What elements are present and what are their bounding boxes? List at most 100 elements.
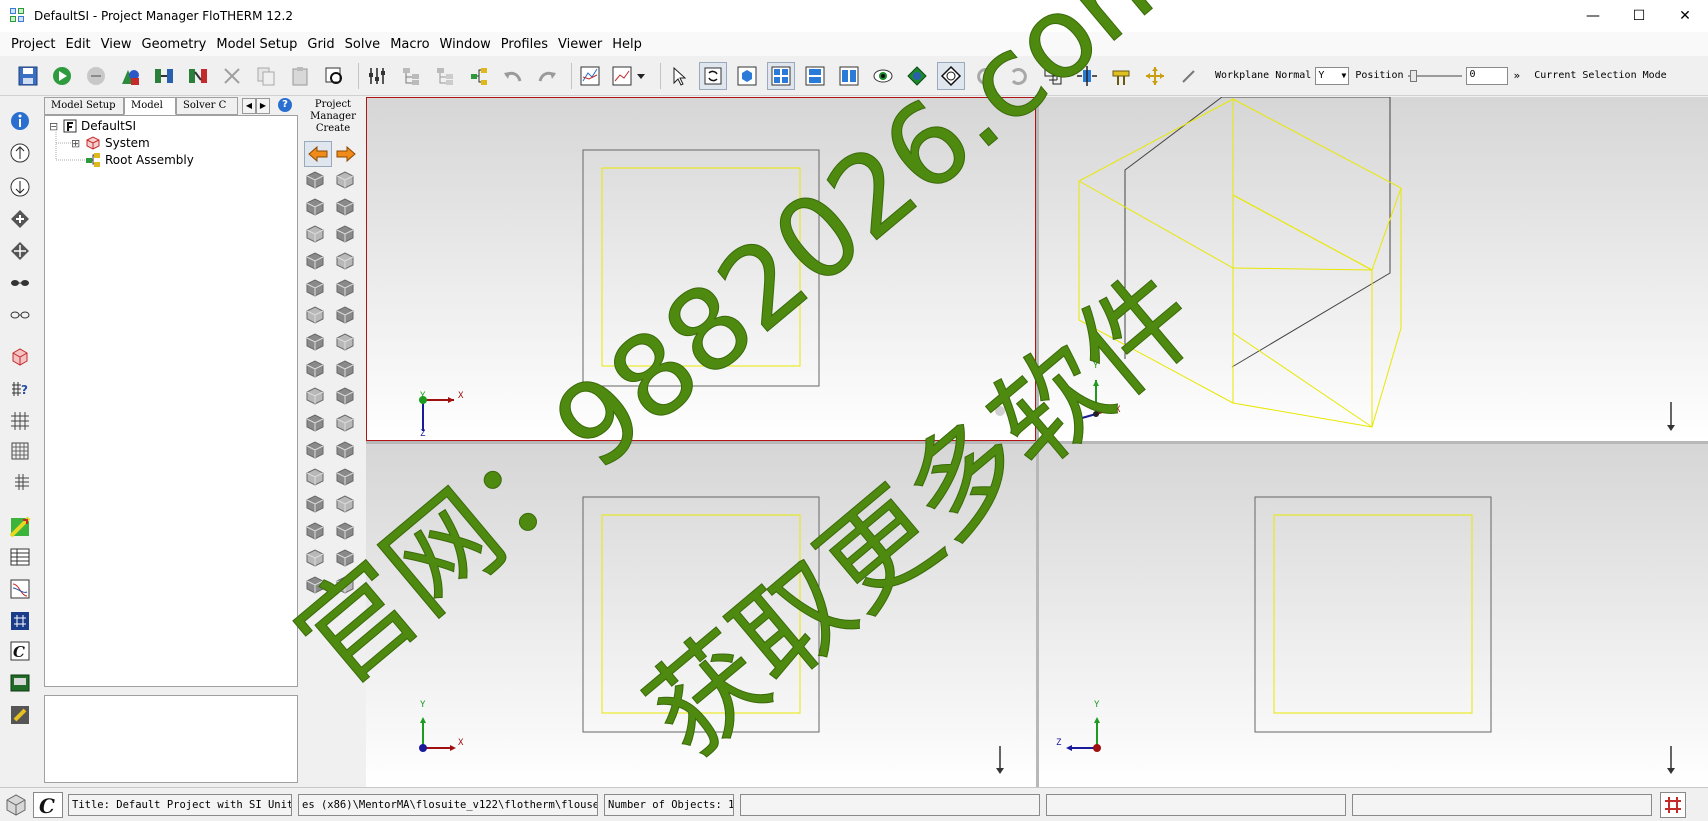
grid-local-icon[interactable] <box>8 469 32 493</box>
plane-icon[interactable] <box>304 547 326 569</box>
pcb-icon[interactable] <box>304 277 326 299</box>
cuboid-icon[interactable] <box>8 345 32 369</box>
diamond-solid-icon[interactable] <box>334 439 356 461</box>
wedge-icon[interactable] <box>304 196 326 218</box>
run-icon[interactable] <box>48 62 76 90</box>
tree-icon[interactable] <box>431 62 459 90</box>
redo-icon[interactable] <box>533 62 561 90</box>
shapes-icon[interactable] <box>116 62 144 90</box>
fan-2-icon[interactable] <box>304 412 326 434</box>
source-icon[interactable] <box>334 358 356 380</box>
heatsink-icon[interactable] <box>304 385 326 407</box>
toolbar-overflow-icon[interactable]: » <box>1514 69 1521 82</box>
tab-model[interactable]: Model <box>124 97 176 115</box>
position-slider[interactable] <box>1407 68 1462 84</box>
wireframe-view-icon[interactable] <box>937 61 965 90</box>
cube-solid-icon[interactable] <box>334 493 356 515</box>
grid-help-icon[interactable]: ? <box>8 377 32 401</box>
monitor-plot-icon[interactable] <box>576 62 604 90</box>
measure-icon[interactable] <box>1107 62 1135 90</box>
reinitialize-icon[interactable] <box>82 62 110 90</box>
move-down-icon[interactable] <box>8 175 32 199</box>
cuboid-grey-icon[interactable] <box>304 223 326 245</box>
profile-dropdown-icon[interactable] <box>610 62 650 90</box>
grid-region-icon[interactable] <box>304 520 326 542</box>
plate-icon[interactable] <box>304 304 326 326</box>
close-button[interactable]: ✕ <box>1662 0 1708 32</box>
assembly-icon[interactable] <box>397 62 425 90</box>
help-icon[interactable]: ? <box>278 98 292 112</box>
menu-view[interactable]: View <box>96 37 137 52</box>
hierarchy-icon[interactable] <box>465 62 493 90</box>
block-icon[interactable] <box>334 196 356 218</box>
eye-view-icon[interactable] <box>869 62 897 90</box>
menu-viewer[interactable]: Viewer <box>553 37 607 52</box>
menu-model-setup[interactable]: Model Setup <box>211 37 302 52</box>
move-icon[interactable] <box>1141 62 1169 90</box>
quad-view-icon[interactable] <box>767 61 795 90</box>
select-pointer-icon[interactable] <box>665 62 693 90</box>
viewport-top-right[interactable]: Y X <box>1039 97 1708 441</box>
rotate-right-icon[interactable] <box>1005 62 1033 90</box>
minimize-button[interactable]: — <box>1570 0 1616 32</box>
menu-solve[interactable]: Solve <box>340 37 386 52</box>
save-icon[interactable] <box>14 62 42 90</box>
cooler-icon[interactable] <box>334 412 356 434</box>
menu-edit[interactable]: Edit <box>60 37 95 52</box>
cut-icon[interactable] <box>218 62 246 90</box>
menu-grid[interactable]: Grid <box>302 37 339 52</box>
library-icon[interactable] <box>8 703 32 727</box>
viewport-splitter-horizontal[interactable] <box>366 441 1708 444</box>
network-icon[interactable] <box>8 609 32 633</box>
palette-forward-icon[interactable] <box>332 141 360 167</box>
grid-toggle-icon[interactable] <box>1660 792 1686 818</box>
monitor-point-icon[interactable] <box>304 493 326 515</box>
status-cube-icon[interactable] <box>3 792 29 818</box>
visual-editor-icon[interactable] <box>8 515 32 539</box>
diamond-icon[interactable] <box>334 277 356 299</box>
tab-model-setup[interactable]: Model Setup <box>44 97 124 115</box>
pcb-icon[interactable] <box>8 671 32 695</box>
solid-view-icon[interactable] <box>903 62 931 90</box>
assembly-tree-icon[interactable] <box>334 223 356 245</box>
copy-icon[interactable] <box>252 62 280 90</box>
plane-2-icon[interactable] <box>334 547 356 569</box>
volume-region-icon[interactable] <box>304 466 326 488</box>
workplane-select[interactable]: Y ▼ <box>1315 66 1350 85</box>
box-outline-icon[interactable] <box>334 304 356 326</box>
undo-icon[interactable] <box>499 62 527 90</box>
rotate-view-icon[interactable] <box>699 61 727 90</box>
menu-geometry[interactable]: Geometry <box>137 37 212 52</box>
snap-grid-icon[interactable] <box>1039 62 1067 90</box>
menu-profiles[interactable]: Profiles <box>496 37 553 52</box>
glasses-icon[interactable] <box>8 303 32 327</box>
profile-plot-icon[interactable] <box>8 577 32 601</box>
command-center-icon[interactable]: C <box>8 639 32 663</box>
viewport-bottom-left[interactable]: Y X <box>366 444 1036 787</box>
heatsink-2-icon[interactable] <box>334 385 356 407</box>
vertical-view-icon[interactable] <box>835 62 863 90</box>
tab-solver-control[interactable]: Solver C <box>176 97 238 115</box>
plane-4-icon[interactable] <box>334 574 356 596</box>
menu-macro[interactable]: Macro <box>385 37 434 52</box>
rotate-left-icon[interactable] <box>971 62 999 90</box>
iso-view-icon[interactable] <box>733 62 761 90</box>
plane-3-icon[interactable] <box>304 574 326 596</box>
move-up-icon[interactable] <box>8 141 32 165</box>
cube-light-icon[interactable] <box>334 466 356 488</box>
ring-icon[interactable] <box>334 331 356 353</box>
palette-back-icon[interactable] <box>304 141 332 167</box>
expand-icon[interactable] <box>8 207 32 231</box>
grid-icon[interactable] <box>8 409 32 433</box>
status-command-icon[interactable]: C <box>33 792 63 818</box>
split-icon[interactable] <box>150 62 178 90</box>
horizontal-view-icon[interactable] <box>801 62 829 90</box>
spark-icon[interactable] <box>334 520 356 542</box>
tab-scroll-left-icon[interactable]: ◀ <box>242 98 256 114</box>
info-icon[interactable] <box>8 109 32 133</box>
align-center-icon[interactable] <box>1073 62 1101 90</box>
viewport-bottom-right[interactable]: Y Z <box>1039 444 1708 787</box>
grid-fine-icon[interactable] <box>8 439 32 463</box>
fan-icon[interactable] <box>304 358 326 380</box>
align-icon[interactable] <box>363 62 391 90</box>
